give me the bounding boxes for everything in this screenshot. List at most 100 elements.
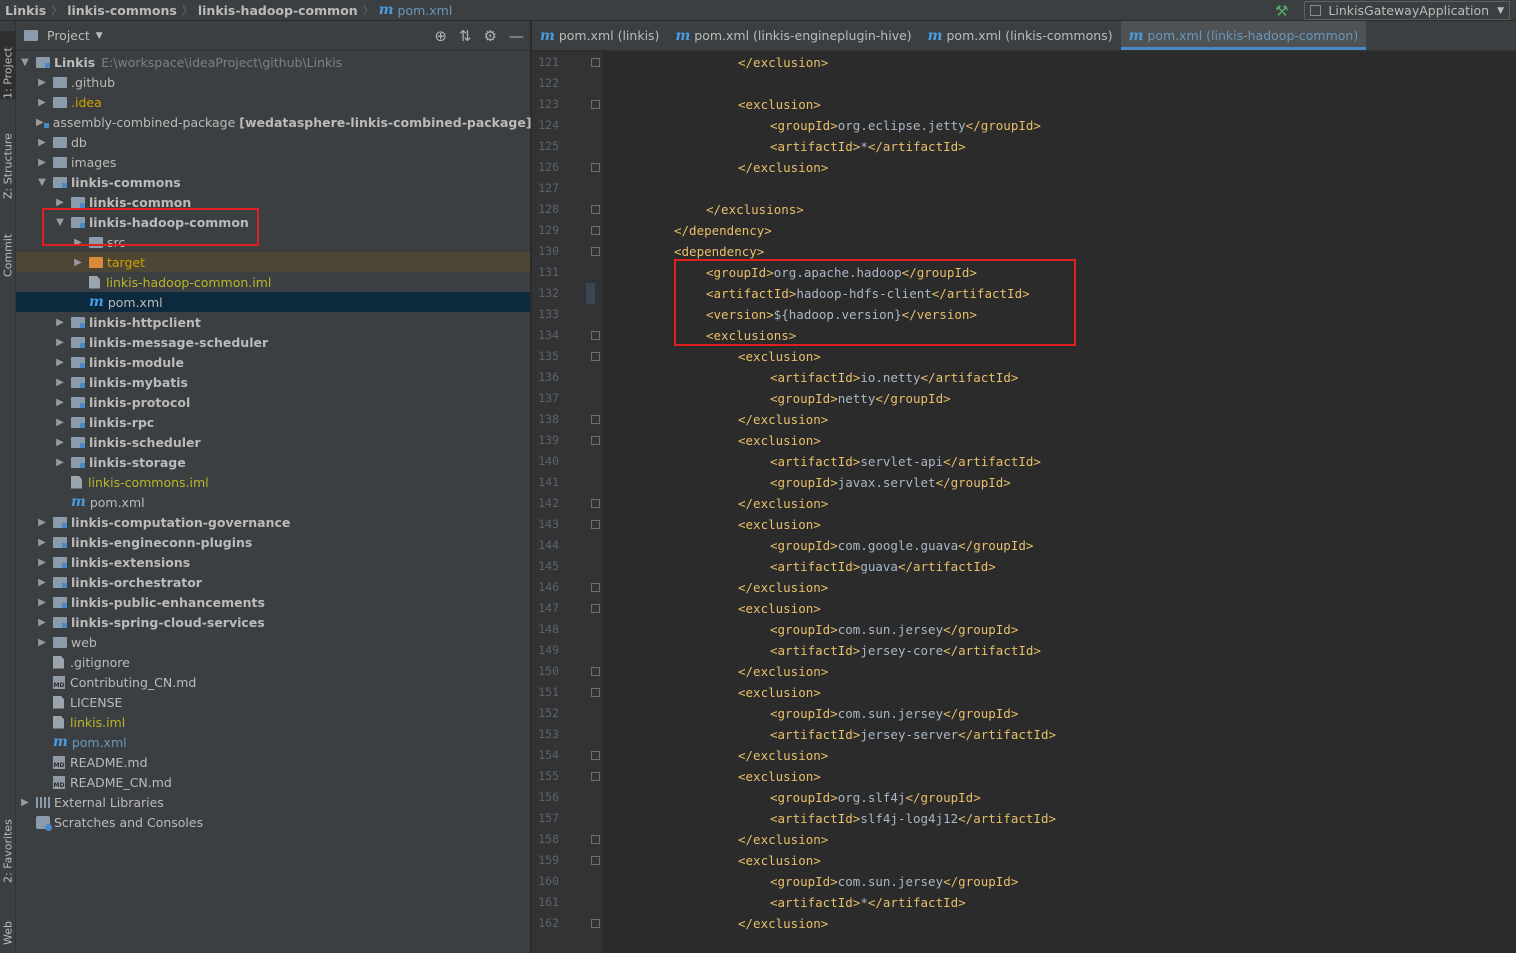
- chevron-right-icon[interactable]: ▶: [54, 197, 66, 208]
- chevron-right-icon[interactable]: ▶: [36, 617, 48, 628]
- chevron-right-icon[interactable]: ▶: [54, 337, 66, 348]
- tree-item[interactable]: ▶ linkis-computation-governance: [16, 512, 530, 532]
- fold-marker-icon[interactable]: [591, 352, 600, 361]
- tree-item[interactable]: ▶ db: [16, 132, 530, 152]
- tree-item[interactable]: ▶ linkis-common: [16, 192, 530, 212]
- hide-icon[interactable]: —: [509, 27, 524, 45]
- tree-item[interactable]: ▶ linkis-orchestrator: [16, 572, 530, 592]
- fold-marker-icon[interactable]: [591, 499, 600, 508]
- fold-marker-icon[interactable]: [591, 436, 600, 445]
- tree-item[interactable]: ▶ linkis-spring-cloud-services: [16, 612, 530, 632]
- tree-item[interactable]: .gitignore: [16, 652, 530, 672]
- fold-marker-icon[interactable]: [591, 247, 600, 256]
- tree-item-selected[interactable]: m pom.xml: [16, 292, 530, 312]
- breadcrumb-item[interactable]: linkis-hadoop-common: [198, 3, 358, 18]
- tree-item[interactable]: ▶ assembly-combined-package [wedataspher…: [16, 112, 532, 132]
- tree-item[interactable]: ▶ linkis-engineconn-plugins: [16, 532, 530, 552]
- fold-marker-icon[interactable]: [591, 688, 600, 697]
- fold-marker-icon[interactable]: [591, 772, 600, 781]
- tree-item[interactable]: ▶ web: [16, 632, 530, 652]
- tool-tab-favorites[interactable]: 2: Favorites: [0, 803, 16, 883]
- fold-marker-icon[interactable]: [591, 331, 600, 340]
- tree-item[interactable]: ▶ linkis-storage: [16, 452, 530, 472]
- chevron-right-icon[interactable]: ▶: [36, 97, 48, 108]
- chevron-right-icon[interactable]: ▶: [54, 437, 66, 448]
- tree-item[interactable]: MD README.md: [16, 752, 530, 772]
- tree-item[interactable]: ▶ linkis-extensions: [16, 552, 530, 572]
- build-hammer-icon[interactable]: ⚒: [1275, 2, 1288, 20]
- tree-item[interactable]: ▶ linkis-mybatis: [16, 372, 530, 392]
- tree-item[interactable]: linkis-hadoop-common.iml: [16, 272, 530, 292]
- gear-icon[interactable]: ⚙: [484, 27, 497, 45]
- tree-item[interactable]: ▶ linkis-rpc: [16, 412, 530, 432]
- fold-marker-icon[interactable]: [591, 58, 600, 67]
- fold-marker-icon[interactable]: [591, 100, 600, 109]
- chevron-right-icon[interactable]: ▶: [36, 577, 48, 588]
- fold-marker-icon[interactable]: [591, 856, 600, 865]
- tree-item[interactable]: ▶ linkis-scheduler: [16, 432, 530, 452]
- chevron-right-icon[interactable]: ▶: [54, 357, 66, 368]
- tree-item[interactable]: ▶ .idea: [16, 92, 530, 112]
- breadcrumb-file[interactable]: pom.xml: [398, 3, 453, 18]
- tree-item[interactable]: ▶ linkis-httpclient: [16, 312, 530, 332]
- chevron-right-icon[interactable]: ▶: [36, 517, 48, 528]
- chevron-right-icon[interactable]: ▶: [72, 257, 84, 268]
- tree-root[interactable]: ▼ Linkis E:\workspace\ideaProject\github…: [16, 52, 530, 72]
- fold-marker-icon[interactable]: [591, 751, 600, 760]
- tool-tab-commit[interactable]: Commit: [0, 217, 16, 277]
- chevron-right-icon[interactable]: ▶: [36, 77, 48, 88]
- editor-tab[interactable]: m pom.xml (linkis): [532, 21, 667, 50]
- tree-item[interactable]: ▶ linkis-protocol: [16, 392, 530, 412]
- chevron-right-icon[interactable]: ▶: [19, 797, 31, 808]
- chevron-right-icon[interactable]: ▶: [36, 137, 48, 148]
- chevron-right-icon[interactable]: ▶: [54, 457, 66, 468]
- tree-item[interactable]: ▶ linkis-module: [16, 352, 530, 372]
- chevron-down-icon[interactable]: ▼: [36, 177, 48, 188]
- tree-item[interactable]: m pom.xml: [16, 492, 530, 512]
- chevron-right-icon[interactable]: ▶: [36, 157, 48, 168]
- tree-item[interactable]: ▶ src: [16, 232, 530, 252]
- fold-marker-icon[interactable]: [591, 415, 600, 424]
- collapse-all-icon[interactable]: ⇅: [459, 27, 472, 45]
- tree-item[interactable]: ▼ linkis-commons: [16, 172, 530, 192]
- chevron-right-icon[interactable]: ▶: [36, 637, 48, 648]
- chevron-right-icon[interactable]: ▶: [36, 117, 44, 128]
- fold-marker-icon[interactable]: [591, 520, 600, 529]
- locate-icon[interactable]: ⊕: [434, 27, 447, 45]
- chevron-right-icon[interactable]: ▶: [54, 397, 66, 408]
- tree-item[interactable]: ▶ target: [16, 252, 530, 272]
- fold-marker-icon[interactable]: [591, 163, 600, 172]
- chevron-right-icon[interactable]: ▶: [36, 537, 48, 548]
- tree-item[interactable]: ▶ linkis-public-enhancements: [16, 592, 530, 612]
- editor-tab[interactable]: m pom.xml (linkis-engineplugin-hive): [667, 21, 919, 50]
- breadcrumb-item[interactable]: Linkis: [5, 3, 46, 18]
- tool-tab-structure[interactable]: Z: Structure: [0, 119, 16, 199]
- tree-item[interactable]: linkis-commons.iml: [16, 472, 530, 492]
- chevron-right-icon[interactable]: ▶: [36, 557, 48, 568]
- chevron-right-icon[interactable]: ▶: [54, 417, 66, 428]
- tree-item[interactable]: Scratches and Consoles: [16, 812, 530, 832]
- fold-marker-icon[interactable]: [591, 604, 600, 613]
- tree-item[interactable]: ▼ linkis-hadoop-common: [16, 212, 530, 232]
- fold-marker-icon[interactable]: [591, 835, 600, 844]
- chevron-right-icon[interactable]: ▶: [36, 597, 48, 608]
- fold-marker-icon[interactable]: [591, 667, 600, 676]
- tree-item[interactable]: MD Contributing_CN.md: [16, 672, 530, 692]
- breadcrumb-item[interactable]: linkis-commons: [67, 3, 177, 18]
- editor-tab[interactable]: m pom.xml (linkis-commons): [920, 21, 1121, 50]
- fold-marker-icon[interactable]: [591, 226, 600, 235]
- fold-marker-icon[interactable]: [591, 205, 600, 214]
- tree-item[interactable]: ▶ linkis-message-scheduler: [16, 332, 530, 352]
- tree-item[interactable]: LICENSE: [16, 692, 530, 712]
- chevron-right-icon[interactable]: ▶: [72, 237, 84, 248]
- chevron-right-icon[interactable]: ▶: [54, 317, 66, 328]
- tree-item[interactable]: linkis.iml: [16, 712, 530, 732]
- tool-tab-project[interactable]: 1: Project: [0, 31, 16, 99]
- tool-tab-web[interactable]: Web: [0, 901, 16, 945]
- project-view-selector[interactable]: Project: [47, 28, 90, 43]
- fold-marker-icon[interactable]: [591, 583, 600, 592]
- editor-tab-active[interactable]: m pom.xml (linkis-hadoop-common): [1120, 21, 1367, 50]
- chevron-right-icon[interactable]: ▶: [54, 377, 66, 388]
- run-configuration-select[interactable]: LinkisGatewayApplication ▼: [1304, 1, 1510, 20]
- tree-item[interactable]: MD README_CN.md: [16, 772, 530, 792]
